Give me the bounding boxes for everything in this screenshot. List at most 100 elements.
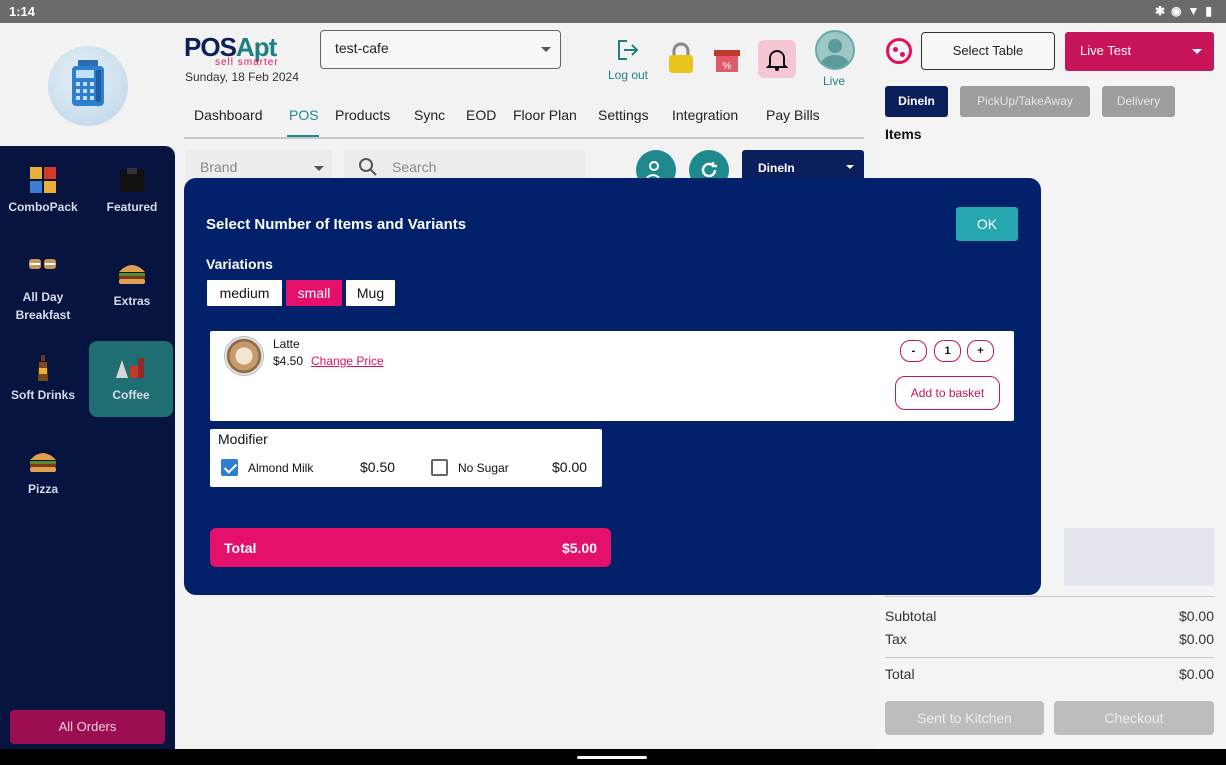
current-date: Sunday, 18 Feb 2024 xyxy=(185,70,299,84)
modifier-label: No Sugar xyxy=(458,461,509,475)
search-placeholder: Search xyxy=(392,159,437,175)
live-status-label: Live xyxy=(823,74,846,88)
quantity-value: 1 xyxy=(934,340,961,362)
tax-value: $0.00 xyxy=(1178,631,1214,647)
modal-title: Select Number of Items and Variants xyxy=(206,216,467,233)
nav-products[interactable]: Products xyxy=(335,107,390,123)
offers-button[interactable]: % xyxy=(712,42,742,74)
order-total-row: Total $0.00 xyxy=(885,666,1214,682)
modal-total-label: Total xyxy=(224,540,257,556)
variant-modal: Select Number of Items and Variants OK V… xyxy=(184,178,1041,595)
combo-icon xyxy=(28,166,58,194)
store-select[interactable]: test-cafe xyxy=(320,30,561,69)
bluetooth-icon: ✱ xyxy=(1154,4,1172,18)
tax-label: Tax xyxy=(885,631,907,647)
order-type-value: DineIn xyxy=(758,161,795,175)
all-orders-button[interactable]: All Orders xyxy=(10,710,165,744)
sent-to-kitchen-button[interactable]: Sent to Kitchen xyxy=(885,701,1044,735)
coffee-icon xyxy=(116,354,146,382)
divider xyxy=(885,657,1214,658)
nav-dashboard[interactable]: Dashboard xyxy=(194,107,263,123)
almond-milk-checkbox[interactable] xyxy=(221,459,238,476)
category-soft-drinks[interactable]: Soft Drinks xyxy=(1,346,85,422)
category-label: Featured xyxy=(106,200,158,214)
add-to-basket-button[interactable]: Add to basket xyxy=(895,376,1000,410)
status-time: 1:14 xyxy=(9,4,36,19)
nav-floor-plan[interactable]: Floor Plan xyxy=(513,107,577,123)
nav-pos[interactable]: POS xyxy=(289,107,319,123)
burger-icon xyxy=(117,260,147,288)
vibrate-icon: ◉ xyxy=(1171,4,1188,18)
category-coffee[interactable]: Coffee xyxy=(89,341,173,417)
subtotal-row: Subtotal $0.00 xyxy=(885,608,1214,624)
category-label: Pizza xyxy=(27,482,58,496)
chevron-down-icon xyxy=(541,47,551,52)
category-sidebar: ComboPack Featured All Day Breakfast Ext… xyxy=(0,146,175,749)
svg-text:%: % xyxy=(723,61,732,72)
category-label: ComboPack xyxy=(8,200,78,214)
select-table-button[interactable]: Select Table xyxy=(921,32,1055,70)
product-price: $4.50 xyxy=(273,354,304,368)
nav-integration[interactable]: Integration xyxy=(672,107,738,123)
category-combopack[interactable]: ComboPack xyxy=(1,158,85,234)
variation-medium[interactable]: medium xyxy=(207,280,282,306)
ok-button[interactable]: OK xyxy=(956,207,1018,241)
decrement-button[interactable]: - xyxy=(900,340,927,362)
modifier-label: Almond Milk xyxy=(248,461,314,475)
product-card: Latte $4.50 Change Price - 1 + Add to ba… xyxy=(210,331,1014,421)
modal-total-value: $5.00 xyxy=(561,540,597,556)
nav-eod[interactable]: EOD xyxy=(466,107,496,123)
chevron-down-icon xyxy=(846,165,854,169)
modifier-title: Modifier xyxy=(218,431,268,447)
subtotal-label: Subtotal xyxy=(885,608,937,624)
nav-sync[interactable]: Sync xyxy=(414,107,445,123)
brand-filter-placeholder: Brand xyxy=(200,159,238,175)
main-nav: Dashboard POS Products Sync EOD Floor Pl… xyxy=(184,104,864,139)
user-avatar[interactable] xyxy=(815,30,855,70)
tab-pickup-takeaway[interactable]: PickUp/TakeAway xyxy=(960,86,1090,117)
latte-image xyxy=(224,336,264,376)
category-all-day-breakfast[interactable]: All Day Breakfast xyxy=(1,246,85,326)
system-nav-bar xyxy=(0,749,1226,765)
chevron-down-icon xyxy=(1192,49,1202,54)
logout-icon xyxy=(605,38,651,68)
no-sugar-checkbox[interactable] xyxy=(431,459,448,476)
checkout-button[interactable]: Checkout xyxy=(1054,701,1214,735)
tab-dinein[interactable]: DineIn xyxy=(885,86,948,117)
live-test-select[interactable]: Live Test xyxy=(1065,32,1214,71)
tab-delivery[interactable]: Delivery xyxy=(1102,86,1175,117)
change-price-link[interactable]: Change Price xyxy=(311,354,384,368)
category-featured[interactable]: Featured xyxy=(90,158,174,234)
order-total-value: $0.00 xyxy=(1178,666,1214,682)
logout-button[interactable]: Log out xyxy=(605,38,651,82)
variation-small[interactable]: small xyxy=(286,280,342,306)
brand-tagline: sell smarter xyxy=(215,57,279,68)
logout-label: Log out xyxy=(607,68,649,82)
category-label: Soft Drinks xyxy=(10,388,75,402)
product-name: Latte xyxy=(273,337,300,351)
variation-mug[interactable]: Mug xyxy=(346,280,395,306)
home-gesture-handle[interactable] xyxy=(577,756,647,759)
category-pizza[interactable]: Pizza xyxy=(1,440,85,516)
notifications-button[interactable] xyxy=(758,40,796,78)
bell-icon xyxy=(765,50,789,71)
increment-button[interactable]: + xyxy=(967,340,994,362)
category-label: Coffee xyxy=(112,388,150,402)
customer-face-icon[interactable] xyxy=(886,38,912,64)
featured-icon xyxy=(117,166,147,194)
category-label: Extras xyxy=(113,294,151,308)
nav-pay-bills[interactable]: Pay Bills xyxy=(766,107,820,123)
modifier-price: $0.50 xyxy=(360,459,396,475)
status-icons: ✱◉▼▮ xyxy=(1155,4,1218,18)
pizza-icon xyxy=(28,448,58,476)
lock-icon xyxy=(669,42,693,73)
nav-settings[interactable]: Settings xyxy=(598,107,649,123)
divider xyxy=(885,596,1214,597)
breakfast-icon xyxy=(28,254,58,282)
order-note-box[interactable] xyxy=(1064,528,1214,586)
battery-icon: ▮ xyxy=(1205,4,1218,18)
items-heading: Items xyxy=(885,126,922,142)
status-bar: 1:14 ✱◉▼▮ xyxy=(0,0,1226,23)
category-extras[interactable]: Extras xyxy=(90,252,174,328)
lock-button[interactable] xyxy=(667,42,695,74)
